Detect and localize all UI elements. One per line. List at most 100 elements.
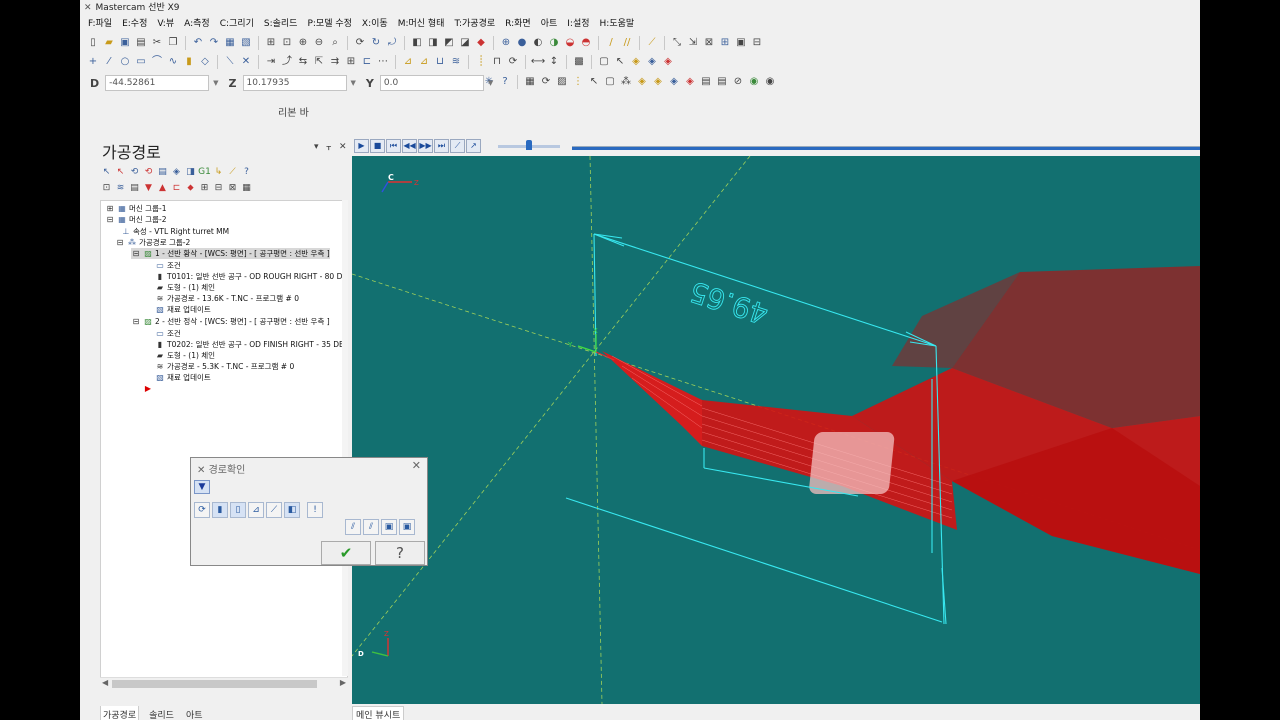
tree-node[interactable]: ⊟ ▨ 2 - 선반 정삭 - [WCS: 평면] - [ 공구평면 : 선반 우측… bbox=[131, 316, 330, 327]
xform-mirror-icon[interactable]: ⇆ bbox=[296, 55, 310, 69]
hatch-icon[interactable]: ▩ bbox=[572, 55, 586, 69]
menu-file[interactable]: F:파일 bbox=[88, 16, 112, 32]
toggle-post-icon[interactable]: ▤ bbox=[128, 182, 141, 195]
post-ops-icon[interactable]: ↳ bbox=[212, 166, 225, 179]
tree-horizontal-scrollbar[interactable]: ◀ ▶ bbox=[100, 677, 348, 689]
shade-green-icon[interactable]: ◑ bbox=[547, 36, 561, 50]
zoom-icon[interactable]: ⌕ bbox=[328, 36, 342, 50]
analyze-icon[interactable]: ⤡ bbox=[670, 36, 684, 50]
layer-icon[interactable]: ⋮ bbox=[571, 75, 585, 89]
scroll-left-icon[interactable]: ◀ bbox=[102, 678, 108, 687]
insert-icon[interactable]: ⬥ bbox=[184, 182, 197, 195]
tree-node[interactable]: ▮ T0202: 일반 선반 공구 - OD FINISH RIGHT - 35 … bbox=[155, 339, 347, 350]
rotate-icon[interactable]: ↻ bbox=[369, 36, 383, 50]
xform-offset-icon[interactable]: ⇉ bbox=[328, 55, 342, 69]
tab-main-viewsheet[interactable]: 메인 뷰시트 bbox=[352, 706, 405, 720]
tree-node[interactable]: ▧ 재료 업데이트 bbox=[155, 304, 211, 315]
xform-translate-icon[interactable]: ⇥ bbox=[264, 55, 278, 69]
zoom-window-icon[interactable]: ⊡ bbox=[280, 36, 294, 50]
panel-pin-icon[interactable]: ᚁ bbox=[327, 142, 331, 152]
cube-a-icon[interactable]: ◈ bbox=[635, 75, 649, 89]
simulate-icon[interactable]: ◨ bbox=[184, 166, 197, 179]
play-icon[interactable]: ▶ bbox=[354, 139, 369, 153]
pointer-icon[interactable]: ↖ bbox=[587, 75, 601, 89]
toggle-display-icon[interactable]: ≋ bbox=[114, 182, 127, 195]
zoom-in-icon[interactable]: ⊕ bbox=[296, 36, 310, 50]
tab-toolpaths[interactable]: 가공경로 bbox=[100, 706, 140, 720]
dimension-horizontal-icon[interactable]: ⟷ bbox=[531, 55, 545, 69]
status-ok-icon[interactable]: ◉ bbox=[747, 75, 761, 89]
insert-arrow-icon[interactable]: ⊏ bbox=[170, 182, 183, 195]
measure-icon[interactable]: ⇲ bbox=[686, 36, 700, 50]
filter-icon[interactable]: ⊠ bbox=[226, 182, 239, 195]
show-path-icon[interactable]: ⟳ bbox=[194, 502, 210, 518]
speed-slider[interactable] bbox=[498, 140, 560, 150]
dynamic-rotate-icon[interactable]: ⤾ bbox=[385, 36, 399, 50]
z-dropdown-icon[interactable]: ▼ bbox=[351, 79, 356, 87]
tree-vertical-scrollbar[interactable] bbox=[342, 200, 348, 676]
xform-rotate-icon[interactable]: ⤴ bbox=[280, 55, 294, 69]
panel-close-icon[interactable]: ✕ bbox=[339, 142, 347, 152]
camera-icon[interactable]: ▣ bbox=[381, 519, 397, 535]
new-file-icon[interactable]: ▯ bbox=[86, 36, 100, 50]
show-rapid-icon[interactable]: ⊿ bbox=[248, 502, 264, 518]
backplot-progress-bar[interactable] bbox=[572, 146, 1200, 150]
verify-ops-icon[interactable]: ◈ bbox=[170, 166, 183, 179]
tree-node[interactable]: ▭ 조건 bbox=[155, 328, 181, 339]
menu-model-prep[interactable]: P:모델 수정 bbox=[307, 16, 351, 32]
step-options-icon[interactable]: ⫽ bbox=[345, 519, 361, 535]
view-front-icon[interactable]: ◨ bbox=[426, 36, 440, 50]
backplot-ops-icon[interactable]: ▤ bbox=[156, 166, 169, 179]
tree-node[interactable]: ⊟ ▦ 머신 그룹-2 bbox=[105, 214, 167, 225]
tree-node[interactable]: ⊟ ▨ 1 - 선반 황삭 - [WCS: 평면] - [ 공구평면 : 선반 우측… bbox=[131, 248, 330, 259]
select-dirty-ops-icon[interactable]: ↖ bbox=[114, 166, 127, 179]
redo-icon[interactable]: ↷ bbox=[207, 36, 221, 50]
globe-icon[interactable]: ⊕ bbox=[499, 36, 513, 50]
cube-b-icon[interactable]: ◈ bbox=[651, 75, 665, 89]
close-icon[interactable]: ✕ bbox=[412, 459, 421, 472]
select-arrow-icon[interactable]: ↖ bbox=[613, 55, 627, 69]
ok-button[interactable]: ✔ bbox=[321, 541, 371, 565]
collapse-icon[interactable]: ▼ bbox=[194, 480, 210, 494]
scroll-right-icon[interactable]: ▶ bbox=[340, 678, 346, 687]
level-icon[interactable]: ▦ bbox=[523, 75, 537, 89]
info-icon[interactable]: ! bbox=[307, 502, 323, 518]
menu-view[interactable]: V:뷰 bbox=[157, 16, 174, 32]
menu-help[interactable]: H:도움말 bbox=[600, 16, 635, 32]
toolpath-icon[interactable]: ⟋ bbox=[645, 36, 659, 50]
help-button[interactable]: ? bbox=[375, 541, 425, 565]
break-icon[interactable]: ✕ bbox=[239, 55, 253, 69]
menu-art[interactable]: 아트 bbox=[541, 16, 558, 32]
lock-icon[interactable]: ⊡ bbox=[100, 182, 113, 195]
menu-machine-type[interactable]: M:머신 형태 bbox=[398, 16, 445, 32]
view-select-icon[interactable]: ◆ bbox=[474, 36, 488, 50]
tree-node[interactable]: ▮ T0101: 일반 선반 공구 - OD ROUGH RIGHT - 80 D… bbox=[155, 271, 347, 282]
collapse-icon[interactable]: ⊟ bbox=[212, 182, 225, 195]
show-endpoints-icon[interactable]: ⟋ bbox=[266, 502, 282, 518]
expand-icon[interactable]: ⊞ bbox=[198, 182, 211, 195]
graphics-viewport[interactable]: 49.65 X Y C Z Z D bbox=[352, 156, 1200, 704]
arc-icon[interactable]: ⌒ bbox=[150, 55, 164, 69]
view-side-icon[interactable]: ◩ bbox=[442, 36, 456, 50]
hide-icon[interactable]: ▨ bbox=[555, 75, 569, 89]
high-feed-icon[interactable]: ⟋ bbox=[226, 166, 239, 179]
grid-icon[interactable]: ⊞ bbox=[718, 36, 732, 50]
tree-node[interactable]: ⊟ ⁂ 가공경로 그룹-2 bbox=[115, 237, 191, 248]
regen-all-icon[interactable]: ⟲ bbox=[128, 166, 141, 179]
menu-toolpaths[interactable]: T:가공경로 bbox=[454, 16, 495, 32]
open-file-icon[interactable]: ▰ bbox=[102, 36, 116, 50]
pencils-icon[interactable]: // bbox=[620, 36, 634, 50]
solid-icon[interactable]: ▮ bbox=[182, 55, 196, 69]
trace-mode-icon[interactable]: ⟋ bbox=[450, 139, 465, 153]
tree-node[interactable]: ▧ 재료 업데이트 bbox=[155, 372, 211, 383]
z-field[interactable]: 10.17935 bbox=[242, 75, 347, 91]
lathe-groove-icon[interactable]: ⊔ bbox=[433, 55, 447, 69]
tab-solids[interactable]: 솔리드 bbox=[147, 706, 176, 720]
cube-d-icon[interactable]: ◈ bbox=[683, 75, 697, 89]
show-tool-icon[interactable]: ▮ bbox=[212, 502, 228, 518]
lathe-thread-icon[interactable]: ≋ bbox=[449, 55, 463, 69]
d-dropdown-icon[interactable]: ▼ bbox=[213, 79, 218, 87]
y-dropdown-icon[interactable]: ▼ bbox=[488, 79, 493, 87]
verify-solid-icon[interactable]: ◈ bbox=[645, 55, 659, 69]
panel-dropdown-icon[interactable]: ▾ bbox=[314, 142, 319, 152]
